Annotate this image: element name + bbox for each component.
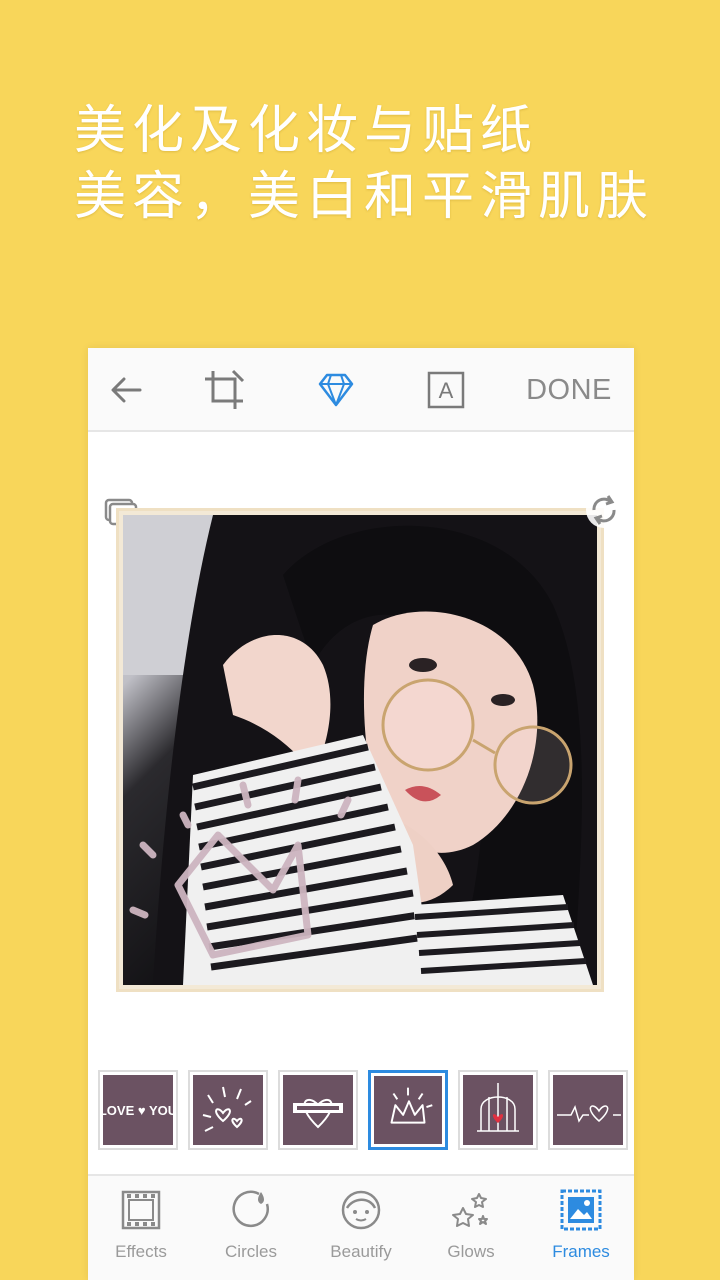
back-button[interactable] (106, 366, 146, 414)
done-button[interactable]: DONE (514, 366, 624, 414)
frame-thumb-heart-banner[interactable] (278, 1070, 358, 1150)
stars-icon (452, 1193, 488, 1227)
nav-label: Beautify (330, 1242, 392, 1261)
nav-frames[interactable]: Frames (531, 1184, 631, 1276)
top-toolbar: A DONE (88, 348, 634, 432)
back-arrow-icon (111, 377, 142, 403)
frame-thumb-text: LOVE ♥ YOU (103, 1102, 173, 1118)
nav-label: Circles (225, 1242, 277, 1261)
app-screen: A DONE OVE ♥ YOU Effects Circles Beautif… (88, 348, 634, 1280)
nav-label: Frames (552, 1242, 610, 1261)
face-icon (341, 1190, 381, 1230)
crop-icon (205, 369, 245, 409)
circle-drop-icon (232, 1190, 269, 1228)
frame-picker: LOVE ♥ YOU (88, 1060, 634, 1160)
bottom-navigation: Effects Circles Beautify Glows Frames (88, 1174, 634, 1280)
frame-thumb-heartbeat[interactable] (548, 1070, 628, 1150)
crop-button[interactable] (200, 366, 248, 414)
portrait-photo (123, 515, 597, 985)
svg-text:A: A (439, 378, 454, 403)
film-icon (121, 1190, 161, 1230)
photo-illustration (123, 515, 597, 985)
nav-beautify[interactable]: Beautify (311, 1184, 411, 1276)
headline-line-1: 美化及化妆与贴纸 (74, 101, 539, 161)
heartbeat-icon (557, 1104, 621, 1123)
nav-label: Glows (447, 1242, 495, 1261)
promo-headline: 美化及化妆与贴纸 美容，美白和平滑肌肤 (74, 98, 654, 230)
headline-line-2: 美容，美白和平滑肌肤 (74, 167, 655, 227)
diamond-icon (318, 373, 354, 407)
frame-overlay (116, 508, 604, 992)
hearts-doodle-icon (202, 1086, 252, 1132)
premium-button[interactable] (312, 366, 360, 414)
frame-thumb-bird-cage[interactable] (458, 1070, 538, 1150)
frame-thumb-love-you[interactable]: LOVE ♥ YOU (98, 1070, 178, 1150)
rotate-handle[interactable] (584, 490, 624, 530)
text-icon: A (427, 371, 465, 409)
photo-canvas (88, 434, 634, 1054)
nav-label: Effects (115, 1242, 167, 1261)
nav-glows[interactable]: Glows (421, 1184, 521, 1276)
heart-banner-icon (293, 1099, 343, 1129)
bird-cage-icon (477, 1083, 519, 1132)
frame-thumb-doodle-hearts[interactable] (188, 1070, 268, 1150)
text-tool-button[interactable]: A (422, 366, 470, 414)
nav-effects[interactable]: Effects (91, 1184, 191, 1276)
frame-icon (560, 1189, 602, 1231)
nav-circles[interactable]: Circles (201, 1184, 301, 1276)
rotate-icon (586, 492, 622, 528)
frame-thumb-crown[interactable] (368, 1070, 448, 1150)
crown-icon (390, 1087, 433, 1124)
